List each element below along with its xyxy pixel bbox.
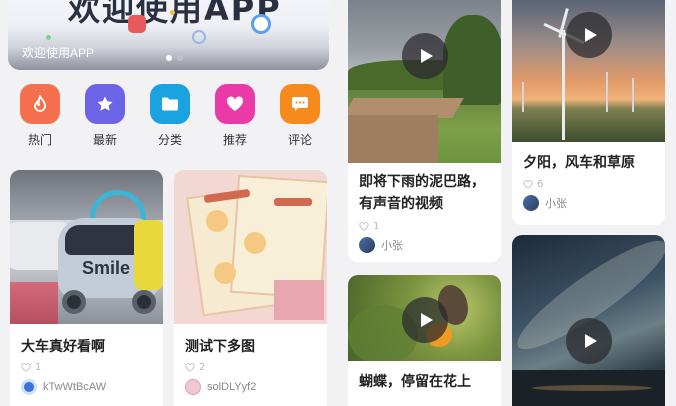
banner-decoration [192,30,206,44]
category-label: 热门 [27,133,52,147]
category-label: 推荐 [222,133,247,147]
carousel-dot[interactable] [177,55,183,61]
play-icon [420,49,433,63]
play-button[interactable] [566,318,612,364]
avatar [185,379,201,395]
banner-headline: 欢迎使用APP [68,0,282,28]
author-name: solDLYyf2 [207,381,257,393]
category-latest[interactable]: 最新 [83,84,127,148]
carousel-dot[interactable] [166,55,172,61]
play-button[interactable] [402,297,448,343]
banner-decoration [170,10,175,15]
like-count: 2 [199,362,206,373]
post-image: Smile [10,170,163,324]
category-label: 最新 [92,133,117,147]
star-icon [85,84,125,124]
post-card[interactable]: Smile 大车真好看啊 1 kTwWtBcAW [10,170,163,406]
post-title: 测试下多图 [185,339,255,355]
banner-decoration [128,15,146,33]
video-card[interactable]: 夕阳，风车和草原 6 小张 [512,0,665,225]
like-count: 1 [373,221,380,232]
banner-caption: 欢迎使用APP [22,46,95,60]
heart-outline-icon[interactable] [21,363,31,372]
author-name: kTwWtBcAW [43,381,107,393]
video-author[interactable]: 小张 [348,237,501,253]
video-likes: 6 [512,179,665,190]
category-nav: 热门 最新 分类 推荐 评论 [10,84,330,148]
post-author[interactable]: solDLYyf2 [174,379,327,395]
category-classify[interactable]: 分类 [148,84,192,148]
video-card[interactable] [512,235,665,406]
avatar [21,379,37,395]
post-likes: 1 [10,362,163,373]
play-icon [584,28,597,42]
video-thumbnail [512,0,665,142]
category-label: 评论 [287,133,312,147]
heart-outline-icon[interactable] [185,363,195,372]
author-name: 小张 [381,240,403,252]
post-likes: 2 [174,362,327,373]
video-thumbnail [512,235,665,406]
post-title: 大车真好看啊 [21,339,105,355]
comment-icon [280,84,320,124]
category-recommend[interactable]: 推荐 [213,84,257,148]
video-thumbnail [348,0,501,163]
play-icon [584,334,597,348]
category-hot[interactable]: 热门 [18,84,62,148]
heart-icon [215,84,255,124]
post-author[interactable]: kTwWtBcAW [10,379,163,395]
video-likes: 1 [348,221,501,232]
flame-icon [20,84,60,124]
heart-outline-icon[interactable] [359,222,369,231]
play-icon [420,313,433,327]
video-thumbnail [348,275,501,361]
play-button[interactable] [566,12,612,58]
category-label: 分类 [157,133,182,147]
avatar [523,195,539,211]
video-card[interactable]: 蝴蝶，停留在花上 [348,275,501,406]
like-count: 6 [537,179,544,190]
video-title: 蝴蝶，停留在花上 [359,374,471,390]
video-card[interactable]: 即将下雨的泥巴路，有声音的视频 1 小张 [348,0,501,262]
like-count: 1 [35,362,42,373]
video-author[interactable]: 小张 [512,195,665,211]
video-title: 夕阳，风车和草原 [523,155,635,171]
banner-decoration [46,35,51,40]
post-image [174,170,327,324]
heart-outline-icon[interactable] [523,180,533,189]
carousel-dots [166,55,183,61]
post-card[interactable]: 测试下多图 2 solDLYyf2 [174,170,327,406]
author-name: 小张 [545,198,567,210]
banner-carousel[interactable]: 欢迎使用APP 欢迎使用APP [8,0,329,70]
folder-icon [150,84,190,124]
play-button[interactable] [402,33,448,79]
banner-decoration [251,14,271,34]
category-comment[interactable]: 评论 [278,84,322,148]
video-title: 即将下雨的泥巴路，有声音的视频 [359,174,485,212]
avatar [359,237,375,253]
